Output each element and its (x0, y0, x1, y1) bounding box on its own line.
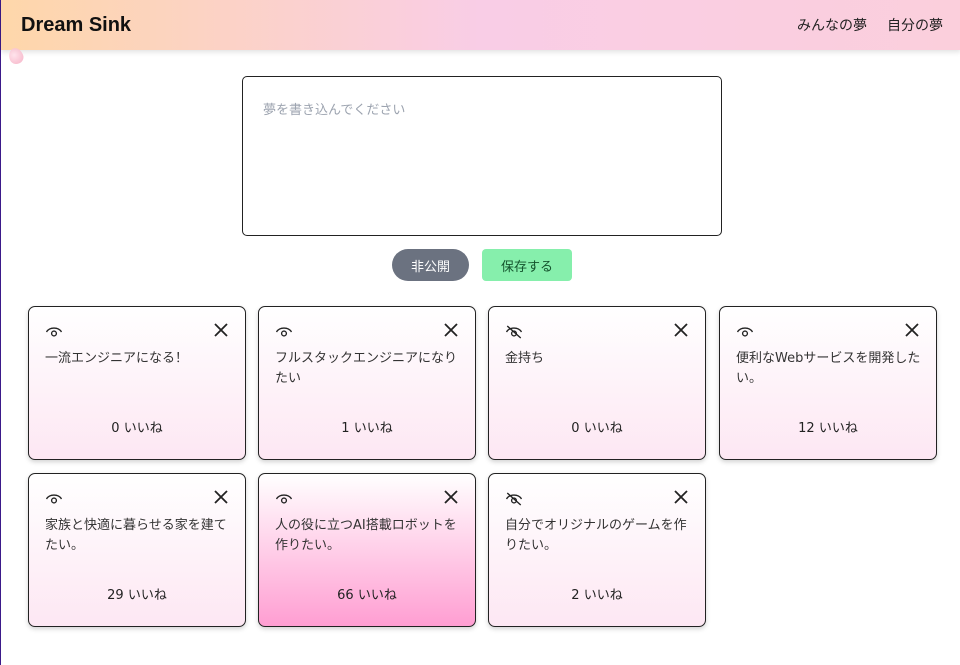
eye-off-icon[interactable] (505, 325, 523, 339)
save-button[interactable]: 保存する (482, 249, 572, 281)
dream-card: 自分でオリジナルのゲームを作りたい。 2 いいね (488, 473, 706, 627)
eye-icon[interactable] (275, 325, 293, 339)
dream-text: 金持ち (505, 351, 545, 366)
dream-input[interactable] (242, 76, 722, 236)
dream-text: 便利なWebサービスを開発したい。 (736, 351, 921, 386)
main-nav: みんなの夢 自分の夢 (797, 15, 943, 35)
dream-card: 便利なWebサービスを開発したい。 12 いいね (719, 306, 937, 460)
eye-icon[interactable] (45, 492, 63, 506)
like-count[interactable]: 0 いいね (489, 417, 705, 436)
dream-card: フルスタックエンジニアになりたい 1 いいね (258, 306, 476, 460)
like-count[interactable]: 1 いいね (259, 417, 475, 436)
eye-off-icon[interactable] (505, 492, 523, 506)
dream-text: 自分でオリジナルのゲームを作りたい。 (505, 518, 687, 553)
app-logo[interactable]: Dream Sink (21, 14, 131, 37)
close-icon[interactable] (673, 489, 689, 505)
like-count[interactable]: 0 いいね (29, 417, 245, 436)
eye-icon[interactable] (736, 325, 754, 339)
close-icon[interactable] (213, 322, 229, 338)
dream-card: 人の役に立つAI搭載ロボットを作りたい。 66 いいね (258, 473, 476, 627)
dream-card: 一流エンジニアになる！ 0 いいね (28, 306, 246, 460)
close-icon[interactable] (673, 322, 689, 338)
close-icon[interactable] (904, 322, 920, 338)
app-header: Dream Sink みんなの夢 自分の夢 (1, 0, 960, 50)
close-icon[interactable] (213, 489, 229, 505)
nav-link-everyone-dreams[interactable]: みんなの夢 (797, 15, 867, 35)
eye-icon[interactable] (45, 325, 63, 339)
dream-text: 家族と快適に暮らせる家を建てたい。 (45, 518, 227, 553)
dream-card: 家族と快適に暮らせる家を建てたい。 29 いいね (28, 473, 246, 627)
dream-text: 一流エンジニアになる！ (45, 351, 189, 366)
like-count[interactable]: 66 いいね (259, 584, 475, 603)
close-icon[interactable] (443, 489, 459, 505)
nav-link-my-dreams[interactable]: 自分の夢 (887, 15, 943, 35)
close-icon[interactable] (443, 322, 459, 338)
private-toggle-button[interactable]: 非公開 (392, 249, 469, 281)
dream-card: 金持ち 0 いいね (488, 306, 706, 460)
like-count[interactable]: 2 いいね (489, 584, 705, 603)
like-count[interactable]: 29 いいね (29, 584, 245, 603)
eye-icon[interactable] (275, 492, 293, 506)
dream-text: フルスタックエンジニアになりたい (275, 351, 458, 386)
like-count[interactable]: 12 いいね (720, 417, 936, 436)
dream-text: 人の役に立つAI搭載ロボットを作りたい。 (275, 518, 457, 553)
